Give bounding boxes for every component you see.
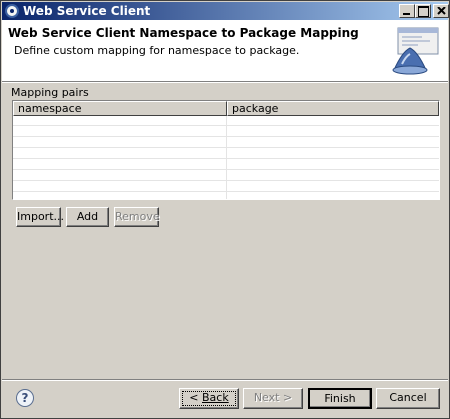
import-button[interactable]: Import... <box>16 207 64 227</box>
remove-button[interactable]: Remove <box>114 207 160 227</box>
next-button[interactable]: Next > <box>243 388 303 409</box>
back-button[interactable]: < Back <box>179 388 239 409</box>
banner-divider <box>2 82 448 83</box>
cancel-button[interactable]: Cancel <box>376 388 440 409</box>
page-description: Define custom mapping for namespace to p… <box>14 44 300 57</box>
wizard-banner: Web Service Client Namespace to Package … <box>2 20 448 82</box>
table-header: namespace package <box>13 101 439 116</box>
footer-separator <box>2 379 448 381</box>
column-divider <box>226 116 227 199</box>
help-icon[interactable]: ? <box>16 389 34 407</box>
title-bar[interactable]: Web Service Client <box>2 2 449 20</box>
page-title: Web Service Client Namespace to Package … <box>8 26 359 40</box>
window-title: Web Service Client <box>23 4 151 18</box>
back-prefix: < <box>189 391 202 404</box>
close-icon[interactable] <box>433 4 449 18</box>
add-button[interactable]: Add <box>66 207 109 227</box>
wizard-dialog: Web Service Client Web Service Client Na… <box>0 0 450 419</box>
mapping-pairs-label: Mapping pairs <box>11 86 89 99</box>
maximize-icon[interactable] <box>415 4 431 18</box>
column-header-package[interactable]: package <box>227 101 439 116</box>
column-header-namespace[interactable]: namespace <box>13 101 227 116</box>
wizard-banner-icon <box>392 27 439 75</box>
minimize-icon[interactable] <box>399 4 415 18</box>
mapping-table[interactable]: namespace package <box>12 100 440 200</box>
finish-button[interactable]: Finish <box>308 388 372 409</box>
back-label: Back <box>202 391 229 404</box>
eclipse-app-icon[interactable] <box>5 4 19 18</box>
